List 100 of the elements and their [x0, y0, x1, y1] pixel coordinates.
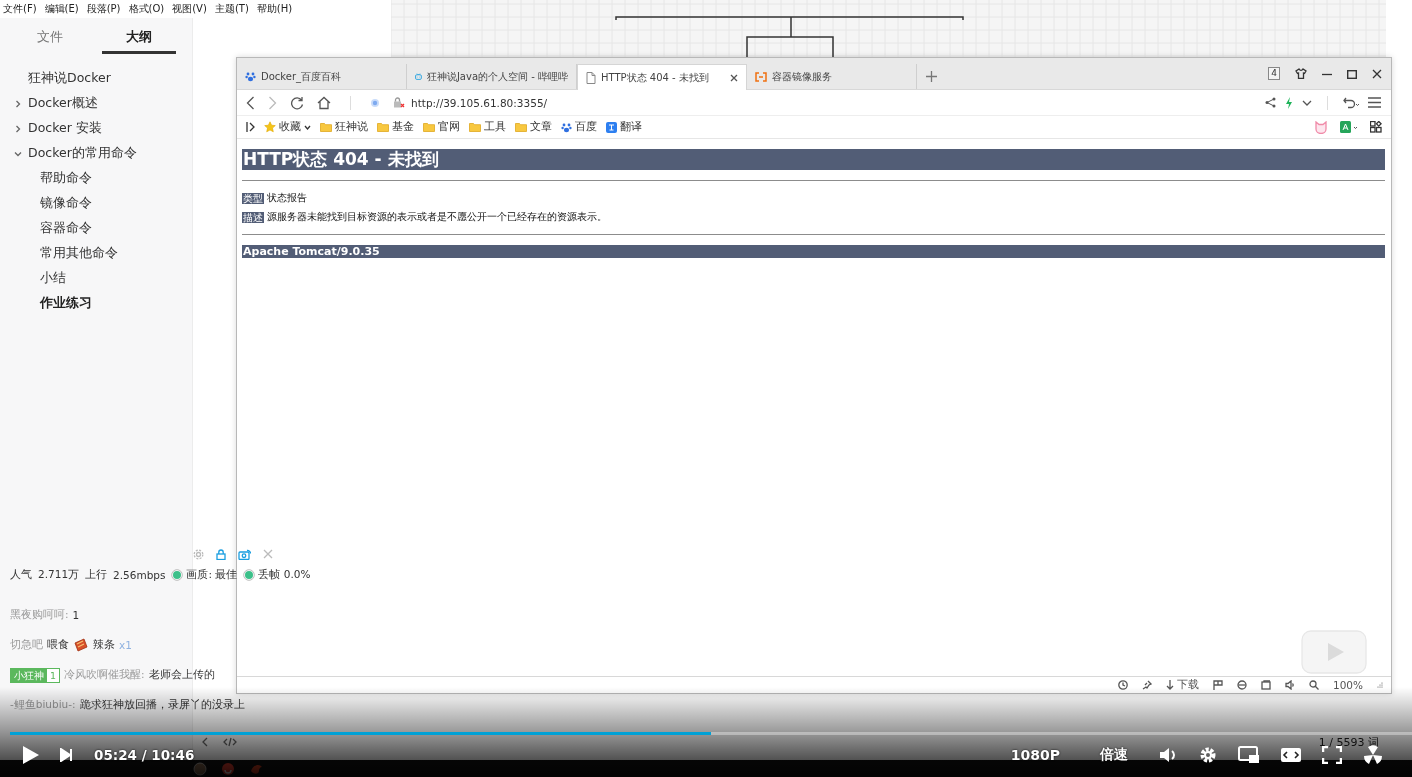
- widescreen-icon[interactable]: [1280, 746, 1302, 764]
- gift-action: 喂食: [47, 638, 69, 652]
- chevron-down-icon[interactable]: [1302, 99, 1312, 106]
- chevron-right-icon[interactable]: [14, 99, 22, 108]
- lock-icon[interactable]: [216, 548, 226, 560]
- close-icon[interactable]: [1372, 68, 1382, 79]
- window-icon[interactable]: [1260, 680, 1271, 690]
- outline-item[interactable]: 作业练习: [0, 291, 192, 316]
- code-icon[interactable]: [223, 737, 237, 747]
- bookmark-item[interactable]: 工具: [469, 120, 506, 134]
- bracket-icon: [755, 71, 767, 82]
- pip-icon[interactable]: [1238, 746, 1260, 764]
- chevron-right-icon[interactable]: [14, 124, 22, 133]
- folder-icon: [377, 122, 389, 132]
- stream-indicator: 丢帧 0.0%: [258, 568, 311, 582]
- clock-icon[interactable]: [1117, 680, 1128, 690]
- chevron-down-icon[interactable]: [304, 124, 311, 130]
- outline-item[interactable]: 小结: [0, 266, 192, 291]
- browser-tab[interactable]: 容器镜像服务: [747, 64, 917, 89]
- browser-tab[interactable]: HTTP状态 404 - 未找到: [577, 64, 747, 90]
- next-icon[interactable]: [60, 748, 74, 762]
- outline-item[interactable]: 帮助命令: [0, 166, 192, 191]
- volume-icon[interactable]: [1158, 746, 1178, 764]
- folder-icon: [469, 122, 481, 132]
- page-icon: [586, 71, 596, 84]
- menu-item[interactable]: 主题(T): [214, 2, 249, 16]
- outline-item[interactable]: Docker概述: [0, 91, 192, 116]
- menu-item[interactable]: 文件(F): [3, 2, 37, 16]
- home-icon[interactable]: [317, 95, 331, 110]
- settings-icon[interactable]: [1198, 745, 1218, 765]
- menu-item[interactable]: 编辑(E): [44, 2, 79, 16]
- bookmark-item[interactable]: 狂神说: [320, 120, 368, 134]
- outline-item[interactable]: Docker的常用命令: [0, 141, 192, 166]
- undo-icon[interactable]: [1343, 96, 1359, 109]
- new-tab-icon[interactable]: [926, 71, 937, 82]
- chevron-left-icon[interactable]: [201, 737, 209, 747]
- menu-item[interactable]: 段落(P): [86, 2, 121, 16]
- zoom-icon[interactable]: [1308, 680, 1319, 690]
- tv-icon: [415, 71, 422, 82]
- field-value: 源服务器未能找到目标资源的表示或者是不愿公开一个已经存在的资源表示。: [267, 210, 607, 224]
- gift-icon: [73, 637, 89, 653]
- fullscreen-icon[interactable]: [1322, 746, 1342, 764]
- server-footer: Apache Tomcat/9.0.35: [242, 245, 1385, 258]
- progress-track[interactable]: [10, 732, 1412, 735]
- bookmark-item[interactable]: 官网: [423, 120, 460, 134]
- status-dot-icon: [370, 97, 380, 108]
- share-icon[interactable]: [1265, 97, 1276, 108]
- bookmark-item[interactable]: 翻译: [606, 120, 642, 134]
- field-label: 描述: [242, 211, 264, 223]
- download-button[interactable]: 下载: [1165, 678, 1199, 692]
- outline-item[interactable]: 容器命令: [0, 216, 192, 241]
- bookmark-item[interactable]: 收藏: [264, 120, 311, 134]
- outline-item[interactable]: Docker 安装: [0, 116, 192, 141]
- status-indicator-icon: [171, 569, 184, 581]
- speed-button[interactable]: 倍速: [1090, 746, 1138, 764]
- bookmark-item[interactable]: 基金: [377, 120, 414, 134]
- page-heading: HTTP状态 404 - 未找到: [242, 149, 1385, 170]
- stat-value: 2.56mbps: [113, 569, 166, 581]
- sidebar-tab[interactable]: 大纲: [102, 28, 176, 54]
- reload-icon[interactable]: [290, 95, 304, 110]
- field-value: 状态报告: [267, 191, 307, 205]
- sidebar-toggle-icon[interactable]: [246, 122, 255, 132]
- translate-icon: [606, 121, 617, 133]
- menu-item[interactable]: 帮助(H): [256, 2, 293, 16]
- tab-count-badge[interactable]: 4: [1268, 67, 1280, 80]
- apps-icon[interactable]: [1370, 121, 1382, 133]
- stat-label: 人气: [10, 568, 32, 582]
- quality-button[interactable]: 1080P: [1000, 747, 1070, 763]
- sidebar-tab[interactable]: 文件: [13, 28, 87, 54]
- paw-icon: [561, 121, 572, 133]
- chat-message: 跪求狂神放回播，录屏丫的没录上: [79, 698, 245, 712]
- menu-icon[interactable]: [1368, 97, 1381, 108]
- field-label: 类型: [242, 192, 264, 204]
- stat-value: 2.711万: [38, 568, 80, 582]
- outline-item[interactable]: 常用其他命令: [0, 241, 192, 266]
- outline-item[interactable]: 狂神说Docker: [0, 66, 192, 91]
- lightning-icon[interactable]: [1285, 96, 1293, 109]
- shirt-icon[interactable]: [1295, 68, 1307, 79]
- bookmark-item[interactable]: 百度: [561, 120, 597, 134]
- camera-icon[interactable]: [238, 548, 251, 560]
- close-icon[interactable]: [730, 73, 738, 82]
- outline-item[interactable]: 镜像命令: [0, 191, 192, 216]
- back-icon[interactable]: [246, 95, 255, 110]
- translate-icon[interactable]: [1340, 120, 1358, 134]
- browser-tab[interactable]: Docker_百度百科: [237, 64, 407, 89]
- maximize-icon[interactable]: [1347, 68, 1357, 79]
- folder-icon: [320, 122, 332, 132]
- pin-icon[interactable]: [1141, 680, 1152, 690]
- menu-item[interactable]: 视图(V): [172, 2, 207, 16]
- menu-item[interactable]: 格式(O): [128, 2, 165, 16]
- folder-icon: [515, 122, 527, 132]
- gift-name: 辣条: [93, 638, 115, 652]
- volume-icon[interactable]: [1284, 680, 1295, 690]
- flag-icon[interactable]: [1212, 680, 1223, 690]
- gift-count: x1: [119, 639, 132, 651]
- address-field[interactable]: http://39.105.61.80:3355/: [411, 96, 548, 109]
- bookmark-item[interactable]: 文章: [515, 120, 552, 134]
- play-icon[interactable]: [22, 745, 40, 765]
- download-arrow-icon: [1165, 680, 1174, 690]
- zoom-level[interactable]: 100%: [1332, 679, 1363, 691]
